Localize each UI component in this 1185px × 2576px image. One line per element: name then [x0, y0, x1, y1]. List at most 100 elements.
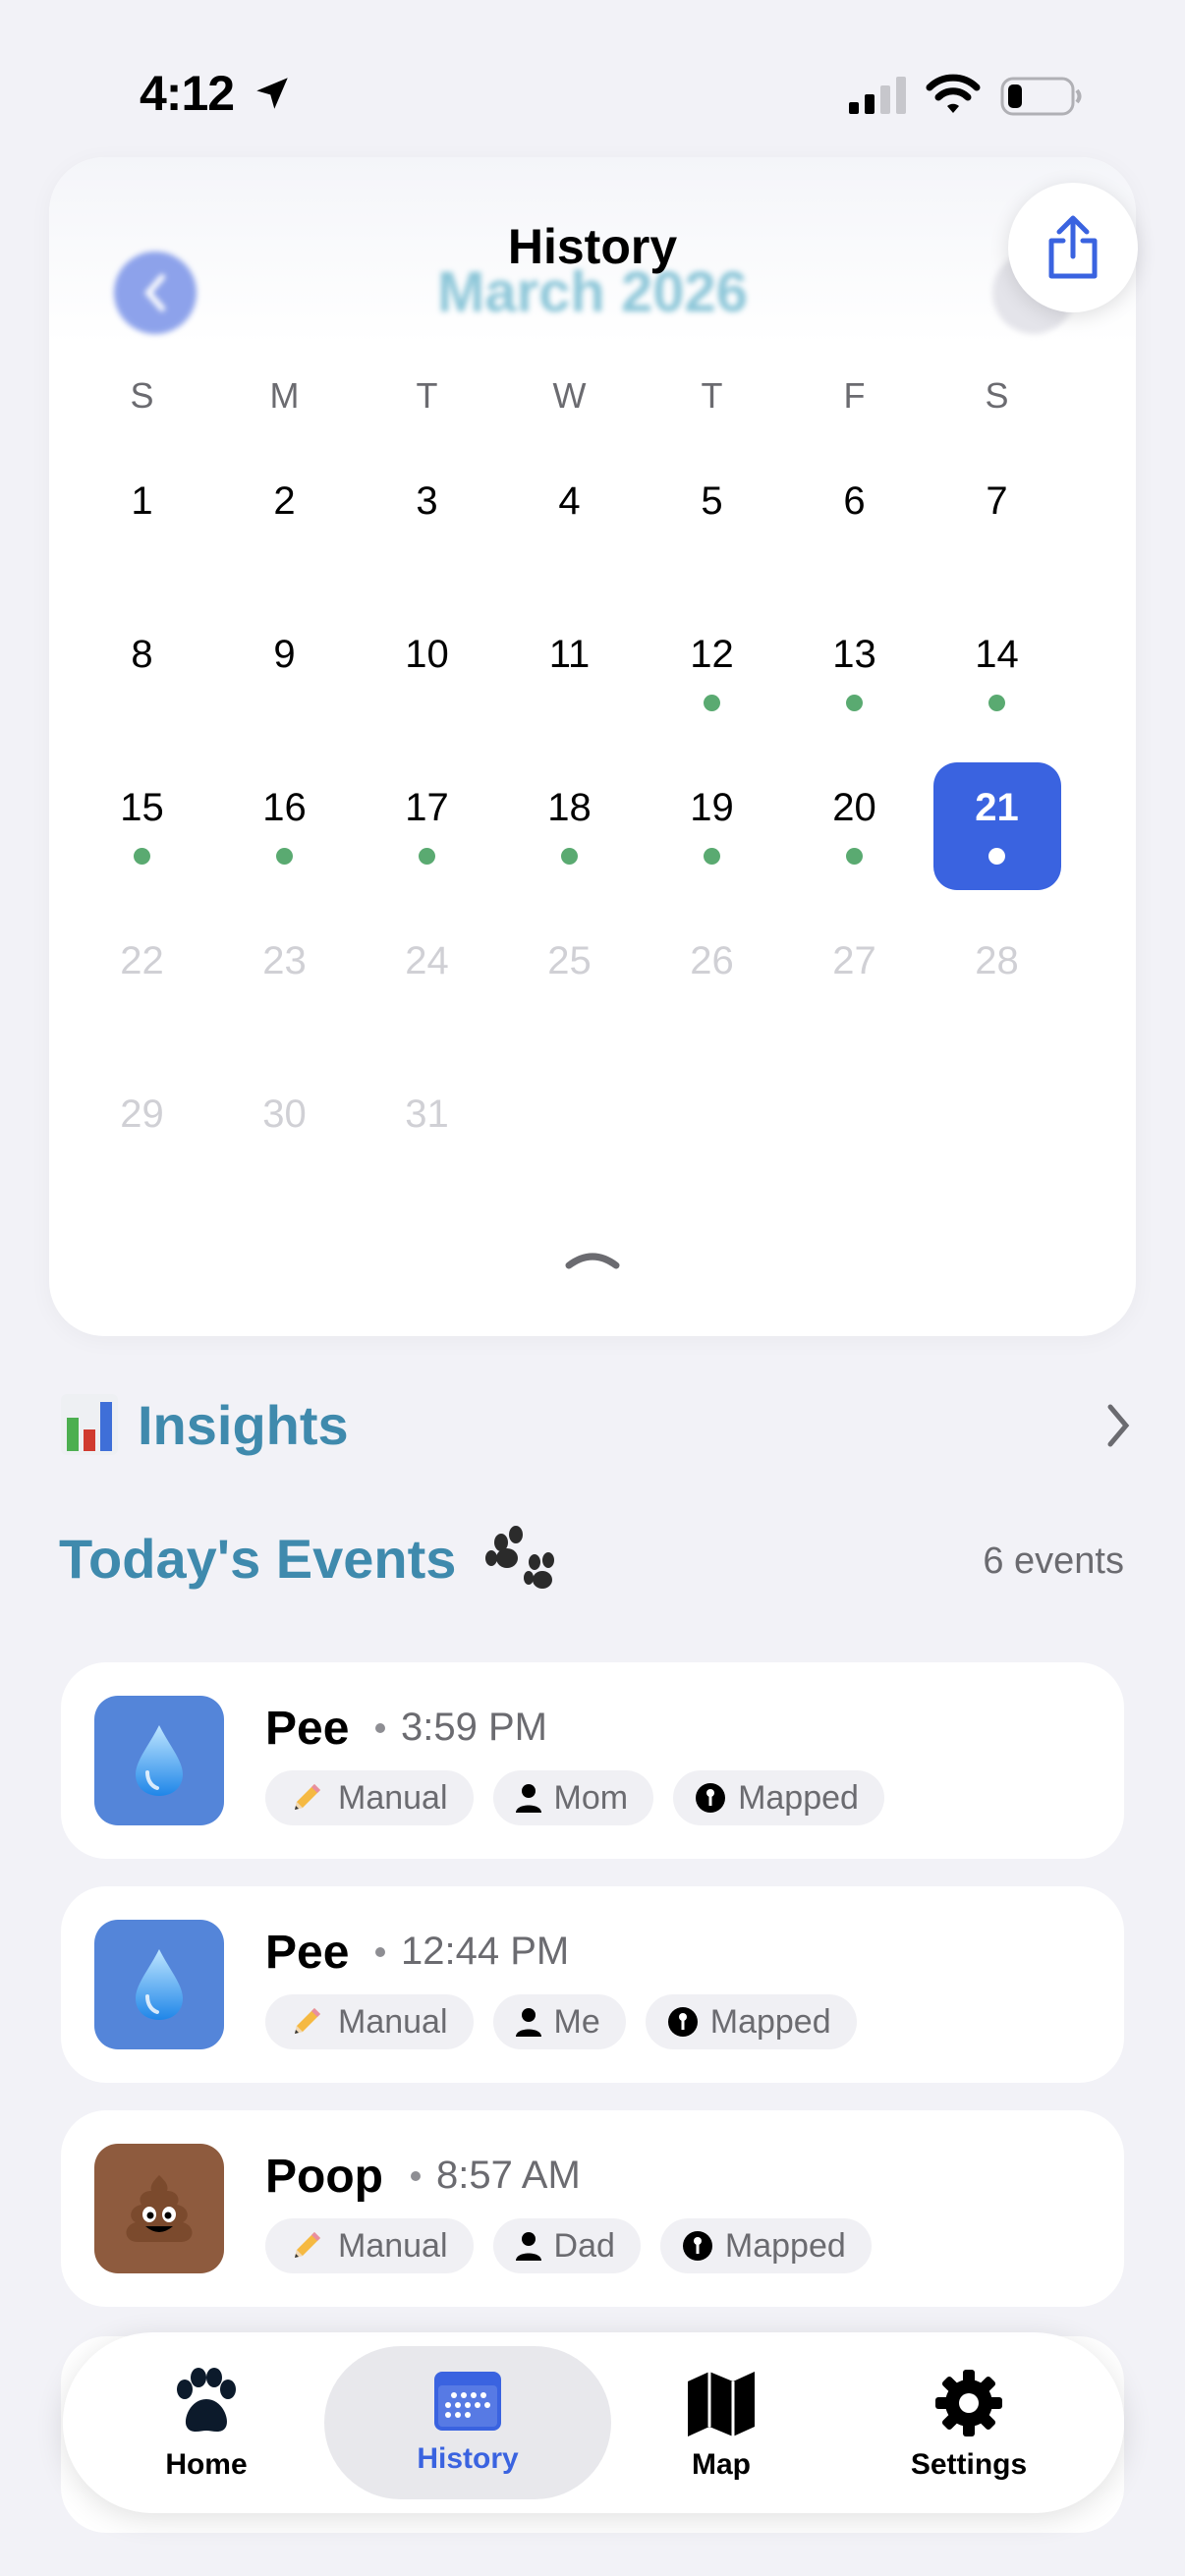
- calendar-day[interactable]: 22: [71, 912, 213, 1065]
- pee-icon-box: [94, 1920, 224, 2049]
- calendar-day[interactable]: 5: [641, 452, 783, 605]
- calendar-day[interactable]: 3: [356, 452, 498, 605]
- gear-icon: [935, 2370, 1002, 2436]
- share-button[interactable]: [1008, 183, 1138, 312]
- day-number: 2: [273, 479, 296, 523]
- event-card[interactable]: Poop 8:57 AM Manual Dad Mapped: [61, 2110, 1124, 2307]
- calendar-day[interactable]: 10: [356, 605, 498, 758]
- day-number: 19: [690, 786, 734, 829]
- tab-label: Map: [692, 2448, 751, 2481]
- calendar-day[interactable]: 11: [498, 605, 641, 758]
- calendar-day[interactable]: 7: [926, 452, 1068, 605]
- tab-label: Home: [165, 2448, 248, 2481]
- person-icon: [515, 2008, 541, 2037]
- day-number: 7: [986, 479, 1008, 523]
- event-tag-label: Mapped: [709, 2002, 831, 2041]
- calendar-day[interactable]: 27: [783, 912, 926, 1065]
- calendar-day[interactable]: 6: [783, 452, 926, 605]
- weekday-label: S: [130, 375, 154, 416]
- calendar-day[interactable]: 17: [356, 758, 498, 912]
- events-count: 6 events: [983, 1540, 1124, 1582]
- calendar-day-selected[interactable]: 21: [926, 758, 1068, 912]
- person-icon: [515, 1784, 541, 1813]
- weekday-label: T: [701, 375, 723, 416]
- calendar-day[interactable]: 29: [71, 1065, 213, 1218]
- day-number: 26: [690, 939, 734, 982]
- event-tag-label: Mapped: [724, 2226, 846, 2265]
- event-tag-label: Mom: [553, 1778, 629, 1817]
- event-card[interactable]: Pee 12:44 PM Manual Me Mapped: [61, 1886, 1124, 2083]
- calendar-day[interactable]: 30: [213, 1065, 356, 1218]
- tab-history[interactable]: History: [399, 2332, 536, 2513]
- day-number: 23: [262, 939, 307, 982]
- calendar-day[interactable]: 16: [213, 758, 356, 912]
- event-indicator-dot: [846, 695, 863, 711]
- event-tag: Manual: [265, 1994, 474, 2049]
- day-number: 24: [405, 939, 449, 982]
- pencil-icon: [295, 2008, 320, 2034]
- paw-prints-icon: [485, 1526, 554, 1589]
- day-number: 17: [405, 786, 449, 829]
- day-number: 11: [548, 633, 591, 676]
- location-arrow-icon: [256, 78, 288, 109]
- event-title: Poop: [265, 2151, 383, 2203]
- calendar-day[interactable]: 31: [356, 1065, 498, 1218]
- event-tag-label: Mapped: [738, 1778, 859, 1817]
- event-tag-label: Manual: [338, 2002, 448, 2041]
- day-number: 4: [558, 479, 581, 523]
- calendar-day[interactable]: 9: [213, 605, 356, 758]
- calendar-day[interactable]: 14: [926, 605, 1068, 758]
- insights-row[interactable]: Insights: [61, 1385, 1132, 1464]
- calendar-day[interactable]: 24: [356, 912, 498, 1065]
- day-number: 18: [547, 786, 592, 829]
- calendar-day[interactable]: 19: [641, 758, 783, 912]
- tab-map[interactable]: Map: [672, 2332, 770, 2513]
- page-title: History: [507, 219, 678, 274]
- event-indicator-dot: [561, 848, 578, 865]
- event-time: 8:57 AM: [436, 2154, 581, 2197]
- event-tag-label: Me: [553, 2002, 600, 2041]
- calendar-day[interactable]: 2: [213, 452, 356, 605]
- weekday-label: T: [416, 375, 438, 416]
- calendar-day[interactable]: 25: [498, 912, 641, 1065]
- event-title: Pee: [265, 1927, 350, 1979]
- separator-dot: [411, 2171, 421, 2181]
- calendar-day[interactable]: 26: [641, 912, 783, 1065]
- calendar-day[interactable]: 4: [498, 452, 641, 605]
- chevron-right-icon: [1107, 1404, 1130, 1447]
- event-tag: Dad: [492, 2218, 641, 2273]
- day-number: 14: [975, 633, 1019, 676]
- event-card[interactable]: Pee 3:59 PM Manual Mom Mapped: [61, 1662, 1124, 1859]
- tab-settings[interactable]: Settings: [900, 2332, 1038, 2513]
- day-number: 3: [416, 479, 438, 523]
- event-indicator-dot: [846, 848, 863, 865]
- tab-label: History: [417, 2442, 519, 2475]
- event-indicator-dot: [988, 695, 1005, 711]
- event-indicator-dot: [276, 848, 293, 865]
- calendar-card: March 2026 History S M T W T F S 1234567…: [49, 157, 1136, 1336]
- calendar-day[interactable]: 12: [641, 605, 783, 758]
- calendar-day[interactable]: 28: [926, 912, 1068, 1065]
- bar-chart-icon: [61, 1394, 118, 1455]
- calendar-day[interactable]: 20: [783, 758, 926, 912]
- event-tag: Me: [492, 1994, 626, 2049]
- calendar-day[interactable]: 18: [498, 758, 641, 912]
- event-tag-label: Dad: [553, 2226, 615, 2265]
- calendar-day[interactable]: 13: [783, 605, 926, 758]
- calendar-day[interactable]: 23: [213, 912, 356, 1065]
- day-number: 5: [701, 479, 723, 523]
- insights-label: Insights: [138, 1393, 349, 1456]
- events-title: Today's Events: [59, 1528, 457, 1590]
- day-number: 28: [975, 939, 1019, 982]
- calendar-day[interactable]: 15: [71, 758, 213, 912]
- day-number: 22: [120, 939, 164, 982]
- calendar-icon: [434, 2372, 501, 2431]
- calendar-day[interactable]: 1: [71, 452, 213, 605]
- day-number: 21: [975, 786, 1019, 829]
- weekday-label: M: [269, 375, 300, 416]
- tab-home[interactable]: Home: [147, 2332, 265, 2513]
- map-pin-icon: [696, 1783, 726, 1813]
- calendar-day[interactable]: 8: [71, 605, 213, 758]
- weekday-label: F: [843, 375, 866, 416]
- collapse-calendar-button[interactable]: [563, 1244, 622, 1273]
